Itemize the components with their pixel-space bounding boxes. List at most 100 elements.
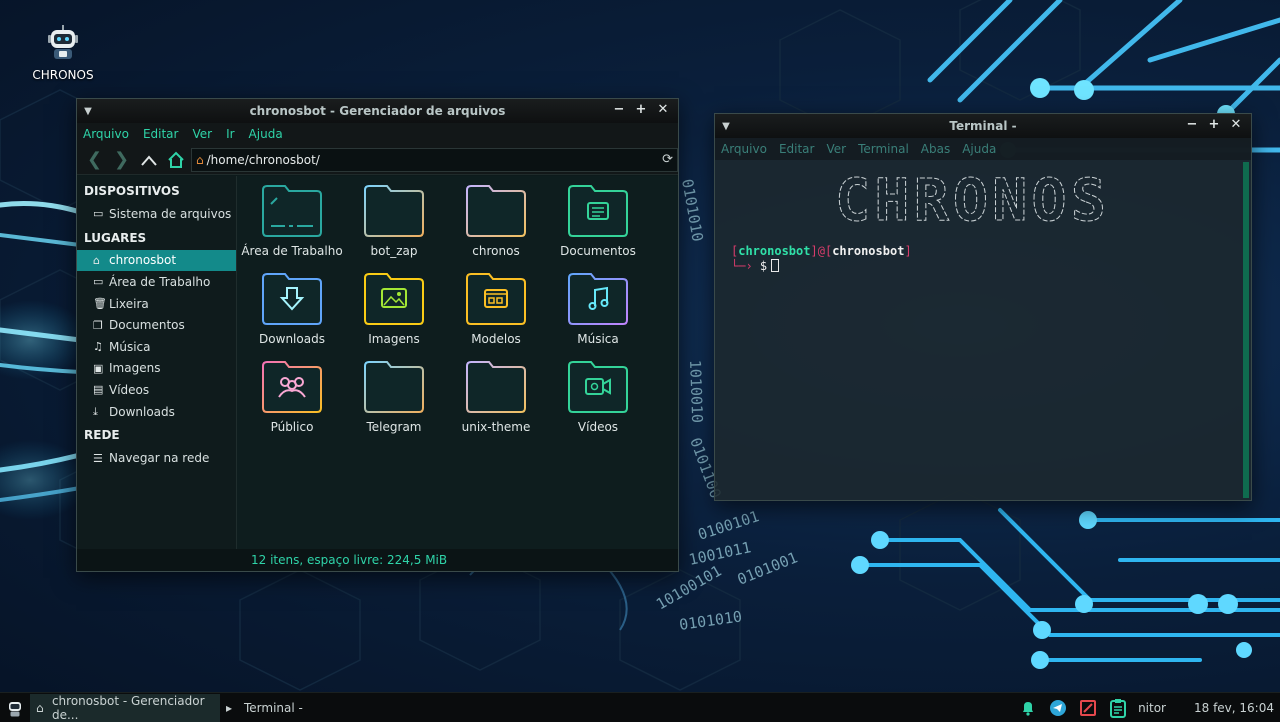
file-view: Área de Trabalho bot_zap chronos Documen… xyxy=(237,176,678,549)
menu-ir[interactable]: Ir xyxy=(226,127,234,141)
close-icon[interactable]: ✕ xyxy=(1227,117,1245,132)
terminal-titlebar[interactable]: ▼ Terminal - − + ✕ xyxy=(715,114,1251,138)
file-item-bot-zap[interactable]: bot_zap xyxy=(343,184,445,258)
window-menu-chevron-icon[interactable]: ▼ xyxy=(715,121,737,132)
ascii-banner: CHRONOS xyxy=(835,170,1110,234)
window-menu-chevron-icon[interactable]: ▼ xyxy=(77,106,99,117)
file-manager-menubar: Arquivo Editar Ver Ir Ajuda xyxy=(77,123,678,145)
terminal-scrollbar[interactable] xyxy=(1243,162,1249,498)
sidebar-header-network: REDE xyxy=(84,428,120,443)
sidebar: DISPOSITIVOS ▭ Sistema de arquivos LUGARE… xyxy=(77,176,237,549)
tray-monitor-text[interactable]: nitor xyxy=(1138,701,1166,715)
folder-icon xyxy=(466,361,526,413)
path-bar[interactable]: ⌂ /home/chronosbot/ ⟳ xyxy=(191,147,678,172)
file-item-unix-theme[interactable]: unix-theme xyxy=(445,360,547,434)
menu-ver[interactable]: Ver xyxy=(826,142,846,156)
folder-icon xyxy=(364,361,424,413)
task-terminal[interactable]: ▸ Terminal - xyxy=(220,694,309,722)
file-manager-statusbar: 12 itens, espaço livre: 224,5 MiB xyxy=(77,549,678,571)
folder-icon xyxy=(364,185,424,237)
home-icon: ⌂ xyxy=(36,700,44,715)
menu-editar[interactable]: Editar xyxy=(143,127,179,141)
maximize-icon[interactable]: + xyxy=(632,102,650,117)
menu-abas[interactable]: Abas xyxy=(921,142,950,156)
file-item-documentos[interactable]: Documentos xyxy=(547,184,649,258)
menu-arquivo[interactable]: Arquivo xyxy=(721,142,767,156)
sidebar-item-chronosbot[interactable]: ⌂ chronosbot xyxy=(77,249,236,272)
telegram-icon[interactable] xyxy=(1048,698,1068,718)
sidebar-item-network[interactable]: ☰ Navegar na rede xyxy=(77,447,236,469)
up-arrow-icon[interactable] xyxy=(137,148,160,172)
file-item-imagens[interactable]: Imagens xyxy=(343,272,445,346)
sidebar-item-videos[interactable]: ▤ Vídeos xyxy=(77,379,236,401)
sidebar-item-music[interactable]: ♫ Música xyxy=(77,336,236,358)
pictures-folder-icon xyxy=(364,273,424,325)
sidebar-item-desktop[interactable]: ▭ Área de Trabalho xyxy=(77,271,236,293)
sidebar-item-documents[interactable]: ❐ Documentos xyxy=(77,314,236,336)
file-item-telegram[interactable]: Telegram xyxy=(343,360,445,434)
downloads-folder-icon xyxy=(262,273,322,325)
menu-arquivo[interactable]: Arquivo xyxy=(83,127,129,141)
svg-text:0101010: 0101010 xyxy=(678,178,707,243)
prompt-symbol: $ xyxy=(759,259,768,273)
minimize-icon[interactable]: − xyxy=(1183,117,1201,132)
trash-icon: 🗑 xyxy=(93,297,107,311)
file-item-downloads[interactable]: Downloads xyxy=(241,272,343,346)
menu-editar[interactable]: Editar xyxy=(779,142,815,156)
home-icon[interactable] xyxy=(164,148,187,172)
bell-icon[interactable] xyxy=(1018,698,1038,718)
prompt-user: chronosbot xyxy=(738,244,811,258)
taskbar: ⌂ chronosbot - Gerenciador de... ▸ Termi… xyxy=(0,692,1280,722)
path-text: /home/chronosbot/ xyxy=(206,152,320,167)
clipboard-icon[interactable] xyxy=(1108,698,1128,718)
file-item-videos[interactable]: Vídeos xyxy=(547,360,649,434)
home-icon: ⌂ xyxy=(93,253,100,267)
file-item-modelos[interactable]: Modelos xyxy=(445,272,547,346)
file-item-publico[interactable]: Público xyxy=(241,360,343,434)
close-icon[interactable]: ✕ xyxy=(654,102,672,117)
file-manager-window: ▼ chronosbot - Gerenciador de arquivos −… xyxy=(76,98,679,572)
clock[interactable]: 18 fev, 16:04 xyxy=(1194,701,1274,715)
task-file-manager[interactable]: ⌂ chronosbot - Gerenciador de... xyxy=(30,693,220,722)
reload-icon[interactable]: ⟳ xyxy=(662,152,673,167)
menu-terminal[interactable]: Terminal xyxy=(858,142,909,156)
maximize-icon[interactable]: + xyxy=(1205,117,1223,132)
download-icon: ⤓ xyxy=(93,404,98,418)
menu-ver[interactable]: Ver xyxy=(192,127,212,141)
robot-icon xyxy=(48,25,78,59)
robot-icon xyxy=(9,701,21,716)
file-item-area-de-trabalho[interactable]: Área de Trabalho xyxy=(241,184,343,258)
file-item-musica[interactable]: Música xyxy=(547,272,649,346)
svg-text:0101010: 0101010 xyxy=(678,607,743,634)
templates-folder-icon xyxy=(466,273,526,325)
public-folder-icon xyxy=(262,361,322,413)
terminal-output[interactable]: CHRONOS [chronosbot]@[chronosbot] └─› $ xyxy=(715,160,1251,501)
minimize-icon[interactable]: − xyxy=(610,102,628,117)
terminal-window: ▼ Terminal - − + ✕ Arquivo Editar Ver Te… xyxy=(714,113,1252,501)
desktop-icon-chronos[interactable]: CHRONOS xyxy=(28,22,98,82)
file-manager-title: chronosbot - Gerenciador de arquivos xyxy=(249,104,506,118)
music-folder-icon xyxy=(568,273,628,325)
start-menu-button[interactable] xyxy=(0,698,30,718)
network-icon: ☰ xyxy=(93,451,103,465)
menu-ajuda[interactable]: Ajuda xyxy=(249,127,283,141)
film-icon: ▤ xyxy=(93,383,104,397)
file-item-chronos[interactable]: chronos xyxy=(445,184,547,258)
svg-text:CHRONOS: CHRONOS xyxy=(835,170,1110,234)
sidebar-item-filesystem[interactable]: ▭ Sistema de arquivos xyxy=(77,203,236,225)
screen-recorder-icon[interactable] xyxy=(1078,698,1098,718)
terminal-menubar: Arquivo Editar Ver Terminal Abas Ajuda xyxy=(715,138,1251,160)
music-icon: ♫ xyxy=(93,340,103,354)
file-manager-titlebar[interactable]: ▼ chronosbot - Gerenciador de arquivos −… xyxy=(77,99,678,123)
forward-arrow-icon[interactable]: ❯ xyxy=(110,148,133,172)
menu-ajuda[interactable]: Ajuda xyxy=(962,142,996,156)
terminal-icon: ▸ xyxy=(226,700,233,715)
sidebar-item-downloads[interactable]: ⤓ Downloads xyxy=(77,401,236,423)
text-cursor xyxy=(771,259,780,272)
desktop-icon: ▭ xyxy=(93,275,104,289)
sidebar-item-trash[interactable]: 🗑 Lixeira xyxy=(77,293,236,315)
sidebar-item-pictures[interactable]: ▣ Imagens xyxy=(77,358,236,380)
sidebar-header-devices: DISPOSITIVOS xyxy=(84,184,180,198)
back-arrow-icon[interactable]: ❮ xyxy=(83,148,106,172)
desktop-icon-label: CHRONOS xyxy=(32,68,94,82)
